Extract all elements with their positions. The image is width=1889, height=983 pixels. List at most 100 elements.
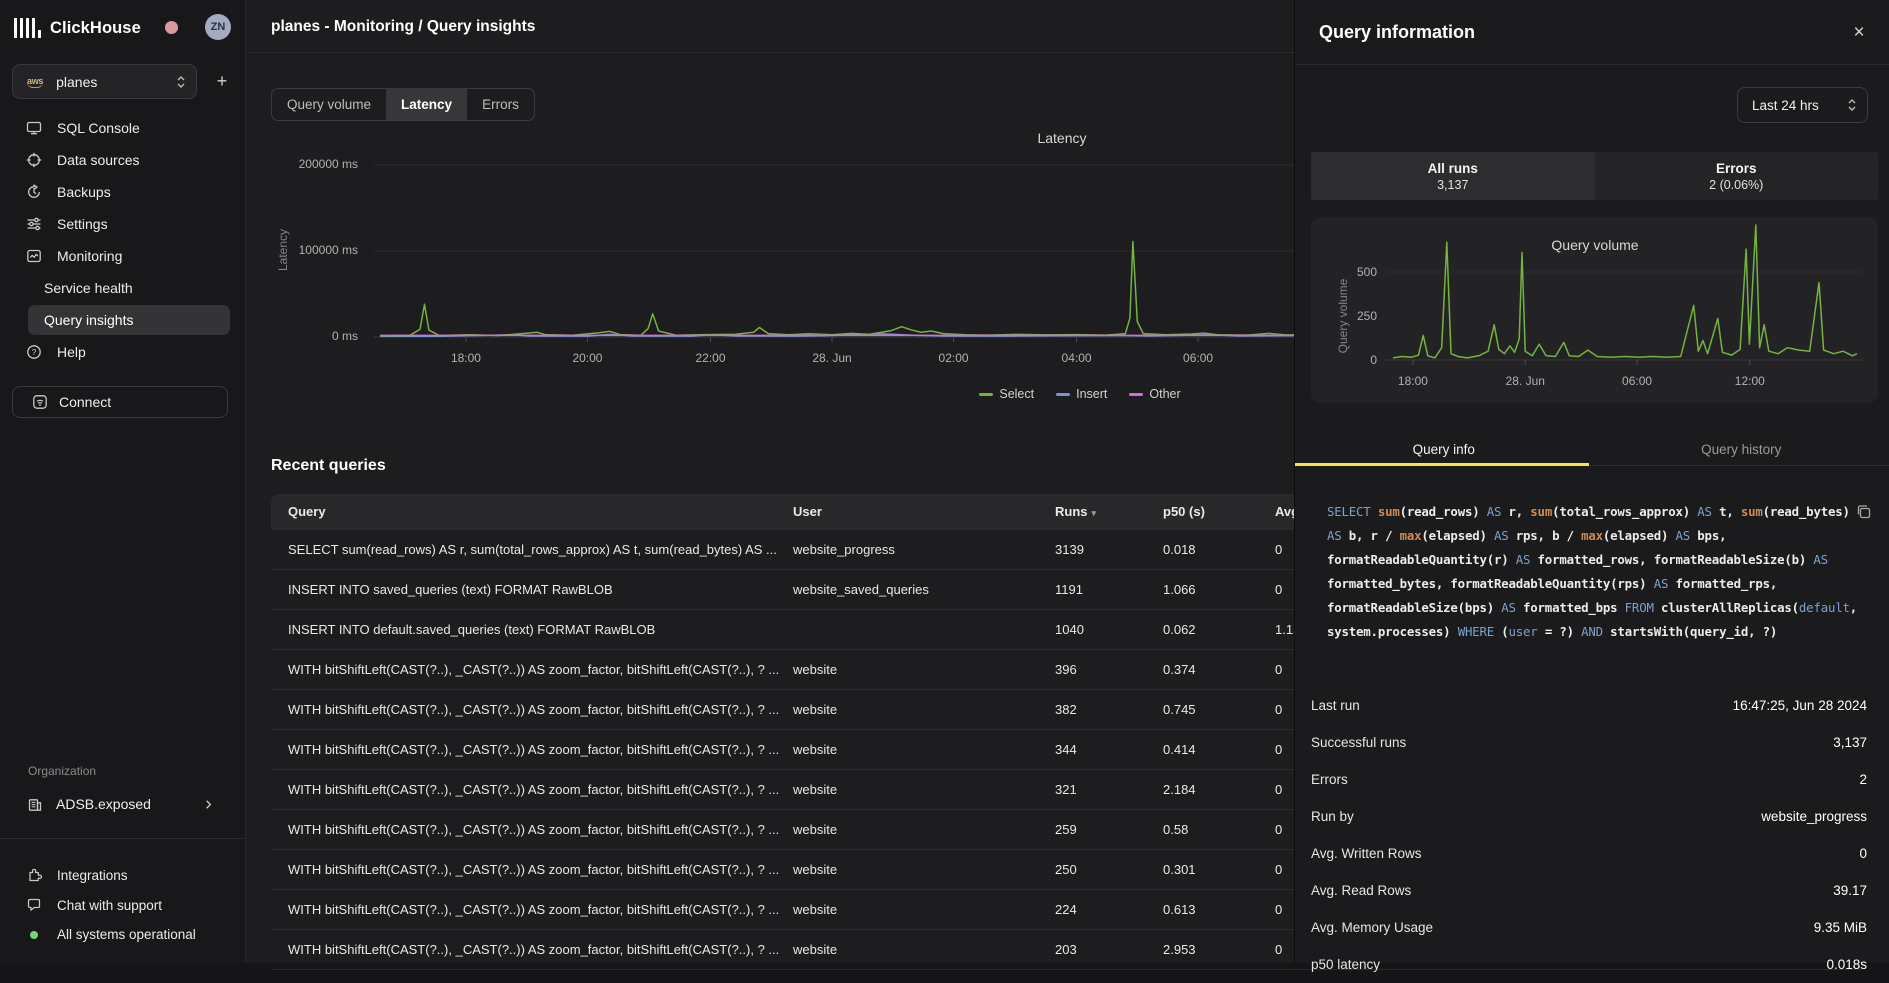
cell-p50: 0.301 [1163,862,1196,877]
cell-p50: 0.745 [1163,702,1196,717]
cell-p50: 2.953 [1163,942,1196,957]
page-title: planes - Monitoring / Query insights [271,18,535,36]
sidebar-item-integrations[interactable]: Integrations [0,861,246,891]
sidebar-item-help[interactable]: ? Help [0,336,246,368]
legend-select[interactable]: Select [979,387,1034,401]
sort-desc-icon: ▾ [1092,508,1097,518]
cell-p50: 0.58 [1163,822,1188,837]
updown-chevron-icon [176,75,186,89]
query-volume-card: Query volume 500 250 0 Query volume 18:0… [1311,217,1878,403]
query-information-panel: Query information × Last 24 hrs All runs… [1294,0,1889,963]
sidebar-item-backups[interactable]: Backups [0,176,246,208]
sidebar-divider [0,838,246,839]
cell-query: INSERT INTO default.saved_queries (text)… [288,622,655,637]
cell-query: WITH bitShiftLeft(CAST(?..), _CAST(?..))… [288,942,779,957]
tab-query-info[interactable]: Query info [1295,437,1593,465]
tab-latency[interactable]: Latency [386,89,467,120]
x-tick-label: 06:00 [1602,374,1672,388]
organization-selector[interactable]: ADSB.exposed [0,789,246,821]
sliders-icon [25,216,42,233]
close-icon[interactable]: × [1846,20,1872,46]
x-tick-label: 02:00 [919,351,989,365]
toggle-errors[interactable]: Errors 2 (0.06%) [1595,152,1879,200]
sidebar-item-sql-console[interactable]: SQL Console [0,112,246,144]
stat-label: Last run [1311,698,1360,713]
stat-value: 0 [1859,846,1867,861]
sidebar-item-monitoring[interactable]: Monitoring [0,240,246,272]
toggle-all-runs[interactable]: All runs 3,137 [1311,152,1595,200]
sql-line: formatReadableQuantity(r) AS formatted_r… [1327,548,1867,572]
puzzle-icon [26,867,42,883]
insert-swatch-icon [1056,393,1070,396]
sql-line: system.processes) WHERE (user = ?) AND s… [1327,620,1867,644]
cell-query: WITH bitShiftLeft(CAST(?..), _CAST(?..))… [288,902,779,917]
sidebar-item-settings[interactable]: Settings [0,208,246,240]
add-service-button[interactable]: + [209,68,235,94]
cell-runs: 396 [1055,662,1077,677]
stat-label: Avg. Memory Usage [1311,920,1433,935]
sql-line: formatted_bytes, formatReadableQuantity(… [1327,572,1867,596]
sidebar-item-service-health[interactable]: Service health [0,272,246,304]
copy-icon[interactable] [1855,503,1873,521]
clickhouse-logo-icon [14,18,41,38]
notification-dot-icon[interactable] [165,21,178,34]
cell-query: WITH bitShiftLeft(CAST(?..), _CAST(?..))… [288,702,779,717]
monitor-icon [25,120,42,137]
cell-runs: 382 [1055,702,1077,717]
y-tick-200000: 200000 ms [270,157,358,171]
col-runs[interactable]: Runs▾ [1055,504,1096,519]
cell-runs: 1040 [1055,622,1084,637]
cell-p50: 2.184 [1163,782,1196,797]
help-icon: ? [25,344,42,361]
stat-value: 9.35 MiB [1814,920,1867,935]
stat-row: p50 latency0.018s [1311,946,1867,983]
x-tick-label: 22:00 [675,351,745,365]
cell-user: website [793,942,837,957]
x-tick-label: 06:00 [1163,351,1233,365]
time-range-select[interactable]: Last 24 hrs [1737,87,1868,123]
brand-name: ClickHouse [50,19,141,38]
col-user: User [793,504,822,519]
legend-other[interactable]: Other [1129,387,1180,401]
avatar[interactable]: ZN [205,14,231,40]
cell-runs: 344 [1055,742,1077,757]
x-tick-label: 28. Jun [1490,374,1560,388]
stat-row: Avg. Written Rows0 [1311,835,1867,872]
cell-runs: 1191 [1055,582,1083,597]
stat-label: Errors [1311,772,1348,787]
cell-user: website [793,782,837,797]
cell-user: website [793,742,837,757]
workspace-selector[interactable]: aws planes [12,64,197,99]
stat-value: 0.018s [1826,957,1867,972]
tab-query-history[interactable]: Query history [1593,437,1889,465]
sidebar-item-data-sources[interactable]: Data sources [0,144,246,176]
sql-line: formatReadableSize(bps) AS formatted_bps… [1327,596,1867,620]
stat-row: Run bywebsite_progress [1311,798,1867,835]
cell-user: website [793,662,837,677]
stat-row: Errors 2 [1311,761,1867,798]
stat-value: 2 [1859,772,1867,787]
organization-section-label: Organization [28,764,96,778]
connect-button[interactable]: Connect [12,386,228,418]
workspace-name: planes [56,74,176,90]
stat-value: 3,137 [1833,735,1867,750]
stat-row: Avg. Read Rows39.17 [1311,872,1867,909]
sidebar-item-system-status[interactable]: All systems operational [0,920,246,950]
sidebar-item-chat-support[interactable]: Chat with support [0,891,246,921]
active-tab-underline [1295,463,1589,466]
stat-row: Avg. Memory Usage 9.35 MiB [1311,909,1867,946]
cell-avg: 0 [1275,942,1282,957]
svg-text:?: ? [31,347,36,357]
cell-query: SELECT sum(read_rows) AS r, sum(total_ro… [288,542,777,557]
y-tick-0: 0 ms [270,329,358,343]
cell-p50: 0.414 [1163,742,1196,757]
x-tick-label: 28. Jun [797,351,867,365]
legend-insert[interactable]: Insert [1056,387,1107,401]
cell-avg: 0 [1275,902,1282,917]
sql-line: AS b, r / max(elapsed) AS rps, b / max(e… [1327,524,1867,548]
tab-errors[interactable]: Errors [467,89,534,120]
sidebar-item-query-insights[interactable]: Query insights [0,304,246,336]
time-range-value: Last 24 hrs [1752,98,1847,113]
tab-query-volume[interactable]: Query volume [272,89,386,120]
sql-line: SELECT sum(read_rows) AS r, sum(total_ro… [1327,500,1867,524]
